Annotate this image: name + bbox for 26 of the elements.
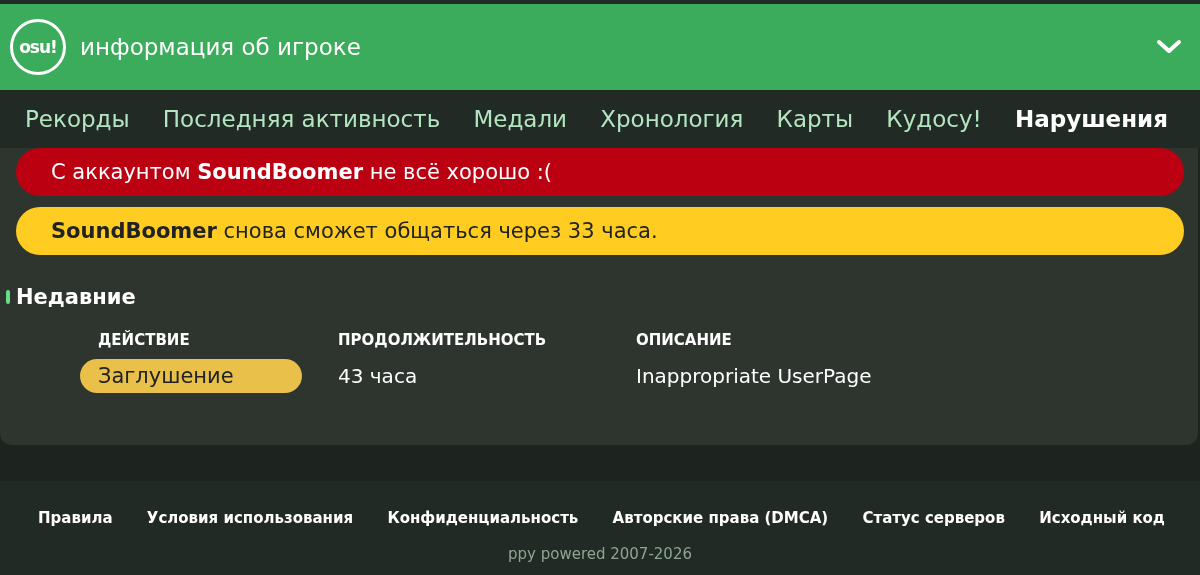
column-header: ПРОДОЛЖИТЕЛЬНОСТЬ — [338, 331, 548, 349]
profile-tab[interactable]: Рекорды — [25, 106, 130, 132]
table-cell-text: 43 часа — [338, 364, 419, 388]
profile-tab[interactable]: Последняя активность — [162, 106, 441, 132]
column-header: ДЕЙСТВИЕ — [97, 331, 191, 349]
account-alert: С аккаунтом SoundBoomer не всё хорошо :( — [16, 148, 1184, 196]
page-title: информация об игроке — [80, 34, 362, 60]
action-badge: Заглушение — [80, 359, 302, 393]
footer-link[interactable]: Исходный код — [1039, 509, 1165, 527]
footer-link[interactable]: Статус серверов — [862, 509, 1005, 527]
section-title: Недавние — [16, 285, 136, 309]
footer-link[interactable]: Правила — [38, 509, 113, 527]
chevron-down-icon[interactable] — [1156, 38, 1182, 56]
profile-tab[interactable]: Медали — [473, 106, 568, 132]
profile-tab[interactable]: Нарушения — [1014, 106, 1168, 132]
profile-tab[interactable]: Карты — [776, 106, 854, 132]
footer-link[interactable]: Авторские права (DMCA) — [612, 509, 829, 527]
footer-link[interactable]: Конфиденциальность — [387, 509, 579, 527]
copyright-text: ppy powered 2007-2026 — [508, 545, 692, 563]
chat-restriction-alert: SoundBoomer снова сможет общаться через 33 часа. — [16, 207, 1184, 255]
footer-link[interactable]: Условия использования — [146, 509, 354, 527]
table-cell-text: Inappropriate UserPage — [636, 364, 873, 388]
profile-tab[interactable]: Хронология — [600, 106, 744, 132]
column-header: ОПИСАНИЕ — [636, 331, 733, 349]
section-marker — [6, 290, 10, 304]
profile-tab[interactable]: Кудосу! — [886, 106, 982, 132]
